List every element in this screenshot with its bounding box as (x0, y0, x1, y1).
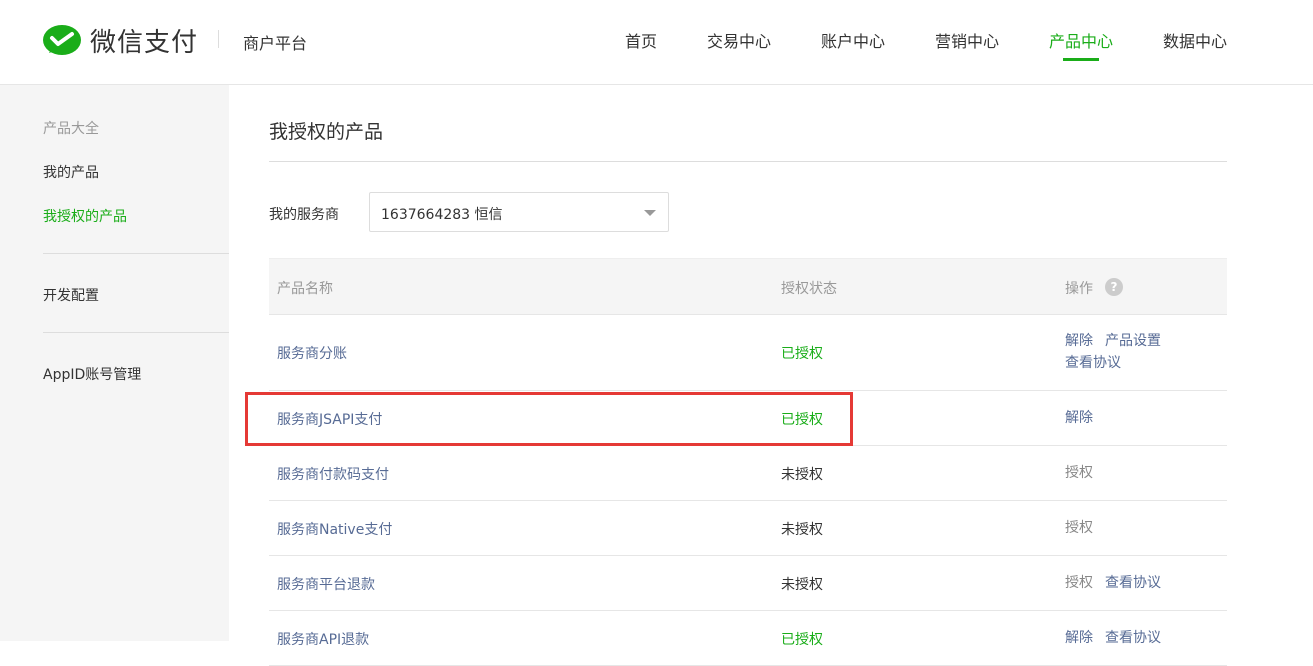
product-name[interactable]: 服务商Native支付 (277, 519, 392, 539)
column-header-status: 授权状态 (781, 281, 837, 297)
table-row: 服务商分账 已授权 解除 产品设置查看协议 (269, 314, 1227, 391)
product-settings-button[interactable]: 产品设置 (1105, 333, 1161, 349)
title-divider (269, 161, 1227, 162)
sidebar-item-my-products[interactable]: 我的产品 (43, 162, 99, 182)
auth-status: 未授权 (781, 577, 823, 593)
authorize-button[interactable]: 授权 (1065, 520, 1093, 536)
sidebar-section-title: 产品大全 (43, 121, 99, 137)
nav-products[interactable]: 产品中心 (1049, 28, 1113, 52)
product-name[interactable]: 服务商分账 (277, 343, 347, 363)
product-name[interactable]: 服务商API退款 (277, 629, 369, 649)
row-actions: 解除 查看协议 (1065, 627, 1215, 649)
view-agreement-link[interactable]: 查看协议 (1105, 575, 1161, 591)
service-provider-select[interactable]: 1637664283 恒信 (369, 192, 669, 232)
nav-account[interactable]: 账户中心 (821, 28, 885, 52)
sidebar: 产品大全 我的产品 我授权的产品 开发配置 AppID账号管理 (0, 85, 229, 641)
nav-data[interactable]: 数据中心 (1163, 28, 1227, 52)
service-provider-label: 我的服务商 (269, 207, 339, 223)
table-row: 服务商Native支付 未授权 授权 (269, 501, 1227, 556)
chevron-down-icon (644, 210, 656, 216)
nav-transactions[interactable]: 交易中心 (707, 28, 771, 52)
auth-status: 已授权 (781, 346, 823, 362)
sidebar-item-dev-config[interactable]: 开发配置 (43, 285, 99, 305)
row-actions: 授权 查看协议 (1065, 572, 1215, 594)
authorize-button[interactable]: 授权 (1065, 575, 1093, 591)
page-title: 我授权的产品 (269, 121, 384, 143)
column-header-actions: 操作 (1065, 281, 1093, 297)
row-actions: 授权 (1065, 517, 1215, 539)
revoke-button[interactable]: 解除 (1065, 333, 1093, 349)
view-agreement-link[interactable]: 查看协议 (1065, 355, 1121, 371)
view-agreement-link[interactable]: 查看协议 (1105, 630, 1161, 646)
product-name[interactable]: 服务商平台退款 (277, 574, 375, 594)
nav-home[interactable]: 首页 (625, 28, 657, 52)
row-actions: 授权 (1065, 462, 1215, 484)
sidebar-divider (43, 253, 229, 254)
highlight-annotation-box (245, 392, 853, 446)
help-question-icon[interactable]: ? (1105, 278, 1123, 296)
nav-marketing[interactable]: 营销中心 (935, 28, 999, 52)
auth-status: 未授权 (781, 467, 823, 483)
main-nav: 首页 交易中心 账户中心 营销中心 产品中心 数据中心 (0, 28, 1313, 84)
table-row: 服务商API退款 已授权 解除 查看协议 (269, 611, 1227, 666)
table-row: 服务商平台退款 未授权 授权 查看协议 (269, 556, 1227, 611)
service-provider-value: 1637664283 恒信 (381, 207, 503, 223)
revoke-button[interactable]: 解除 (1065, 410, 1093, 426)
nav-active-underline (1063, 58, 1099, 61)
revoke-button[interactable]: 解除 (1065, 630, 1093, 646)
row-actions: 解除 产品设置查看协议 (1065, 330, 1215, 374)
row-actions: 解除 (1065, 407, 1215, 429)
product-name[interactable]: 服务商付款码支付 (277, 464, 389, 484)
top-header: 微信支付 商户平台 首页 交易中心 账户中心 营销中心 产品中心 数据中心 (0, 0, 1313, 85)
authorize-button[interactable]: 授权 (1065, 465, 1093, 481)
column-header-name: 产品名称 (277, 281, 333, 297)
table-row: 服务商付款码支付 未授权 授权 (269, 446, 1227, 501)
auth-status: 已授权 (781, 632, 823, 648)
sidebar-divider (43, 332, 229, 333)
sidebar-item-authorized-products[interactable]: 我授权的产品 (43, 206, 127, 226)
auth-status: 未授权 (781, 522, 823, 538)
table-header: 产品名称 授权状态 操作 ? (269, 258, 1227, 315)
sidebar-item-appid-management[interactable]: AppID账号管理 (43, 364, 141, 384)
